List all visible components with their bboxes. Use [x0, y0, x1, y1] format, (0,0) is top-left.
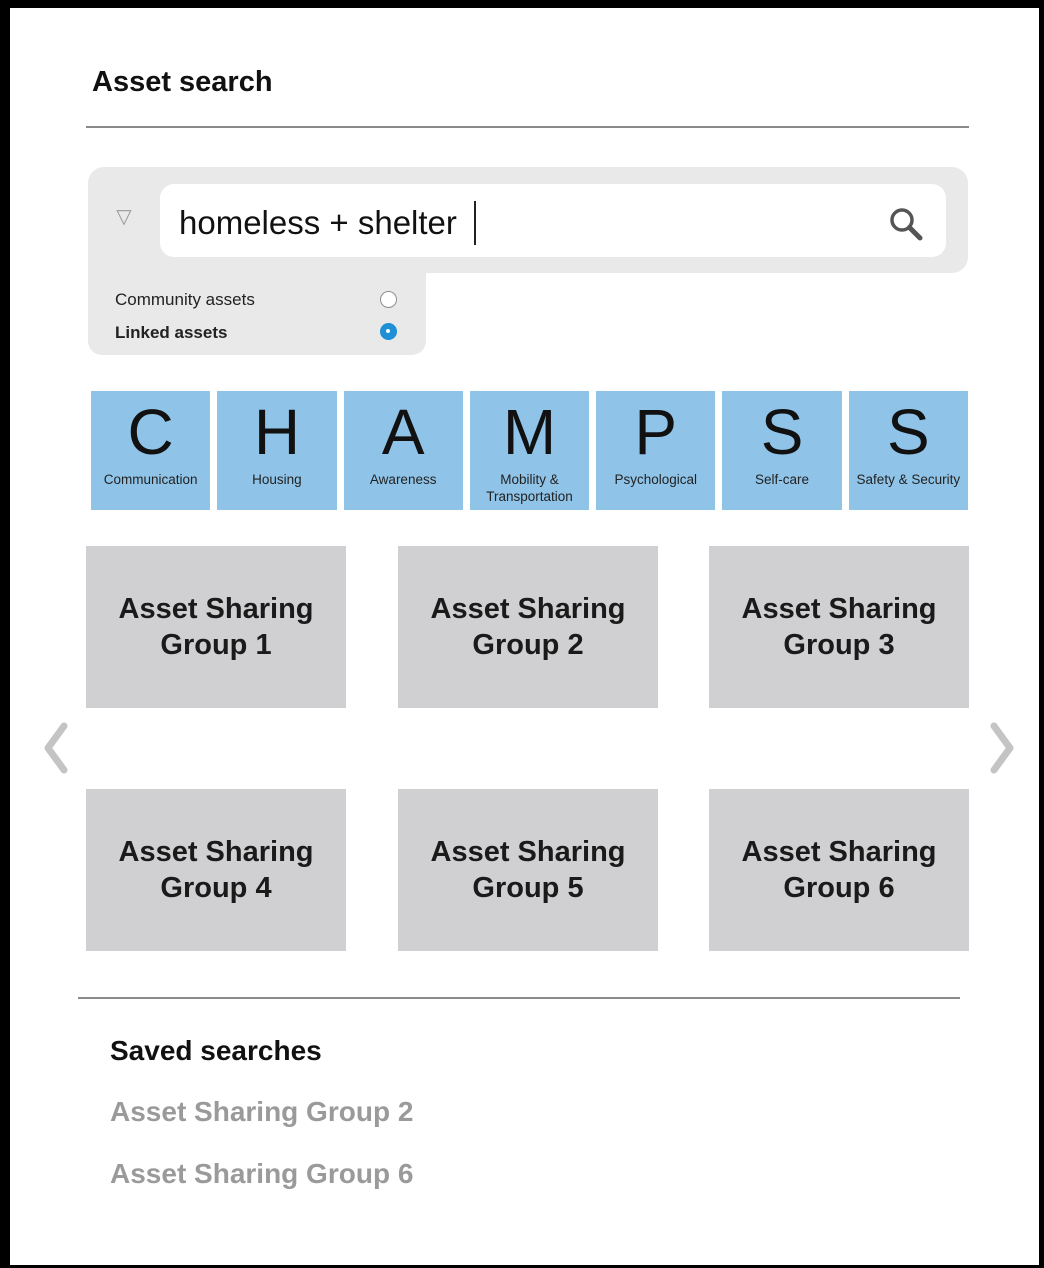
radio-community-assets[interactable] — [380, 291, 397, 308]
group-tile-5[interactable]: Asset Sharing Group 5 — [398, 789, 658, 951]
chevron-right-icon[interactable] — [988, 722, 1016, 774]
champ-tile-self-care[interactable]: S Self-care — [722, 391, 842, 510]
title-divider — [86, 126, 969, 128]
champ-label: Mobility & Transportation — [486, 472, 573, 504]
search-icon[interactable] — [888, 206, 924, 242]
champ-letter: M — [502, 396, 557, 468]
champ-tile-psychological[interactable]: P Psychological — [596, 391, 716, 510]
champ-letter: P — [634, 396, 678, 468]
champ-label: Psychological — [614, 472, 698, 487]
group-tile-6[interactable]: Asset Sharing Group 6 — [709, 789, 969, 951]
champ-tile-awareness[interactable]: A Awareness — [343, 391, 463, 510]
group-tile-4[interactable]: Asset Sharing Group 4 — [86, 789, 346, 951]
champ-letter: H — [253, 396, 301, 468]
saved-search-item[interactable]: Asset Sharing Group 2 — [110, 1096, 413, 1128]
group-tile-2[interactable]: Asset Sharing Group 2 — [398, 546, 658, 708]
champ-tile-communication[interactable]: C Communication — [91, 391, 211, 510]
filter-label-community-assets: Community assets — [115, 290, 255, 309]
filter-toggle-icon[interactable]: ▽ — [112, 205, 136, 229]
radio-linked-assets[interactable] — [380, 323, 397, 340]
champ-letter: S — [886, 396, 930, 468]
search-query-text: homeless + shelter — [179, 204, 457, 241]
chevron-left-icon[interactable] — [42, 722, 70, 774]
group-tile-3[interactable]: Asset Sharing Group 3 — [709, 546, 969, 708]
page-title: Asset search — [92, 66, 273, 98]
saved-searches-heading: Saved searches — [110, 1035, 322, 1066]
search-input[interactable]: homeless + shelter — [160, 184, 946, 257]
group-tile-1[interactable]: Asset Sharing Group 1 — [86, 546, 346, 708]
champs-category-bar: C Communication H Housing A Awareness M … — [91, 391, 968, 510]
saved-search-item[interactable]: Asset Sharing Group 6 — [110, 1158, 413, 1190]
champ-label: Communication — [103, 472, 198, 487]
champ-tile-safety[interactable]: S Safety & Security — [848, 391, 968, 510]
champ-label: Housing — [252, 472, 302, 487]
text-cursor — [473, 201, 476, 245]
champ-label: Safety & Security — [856, 472, 961, 487]
champ-tile-housing[interactable]: H Housing — [217, 391, 337, 510]
champ-label: Self-care — [755, 472, 810, 487]
champ-label: Awareness — [369, 472, 437, 487]
filter-label-linked-assets: Linked assets — [115, 323, 228, 342]
champ-letter: A — [381, 396, 425, 468]
section-divider — [78, 997, 960, 999]
champ-letter: S — [760, 396, 804, 468]
champ-letter: C — [127, 396, 174, 468]
champ-tile-mobility[interactable]: M Mobility & Transportation — [469, 391, 590, 510]
